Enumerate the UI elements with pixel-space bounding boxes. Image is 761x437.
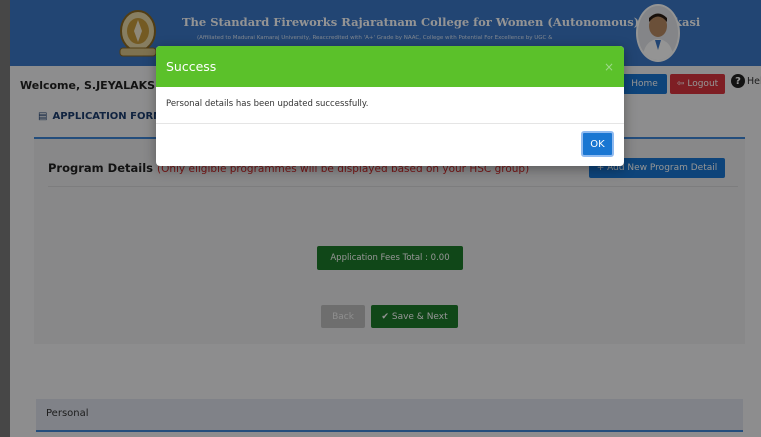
success-modal: Success × Personal details has been upda… [156,46,624,166]
modal-header: Success × [156,46,624,87]
modal-body: Personal details has been updated succes… [156,87,624,124]
modal-message: Personal details has been updated succes… [166,99,369,109]
ok-label: OK [590,138,605,150]
modal-title: Success [166,59,217,74]
modal-footer: OK [156,124,624,166]
close-icon[interactable]: × [604,60,614,74]
ok-button[interactable]: OK [581,131,614,157]
